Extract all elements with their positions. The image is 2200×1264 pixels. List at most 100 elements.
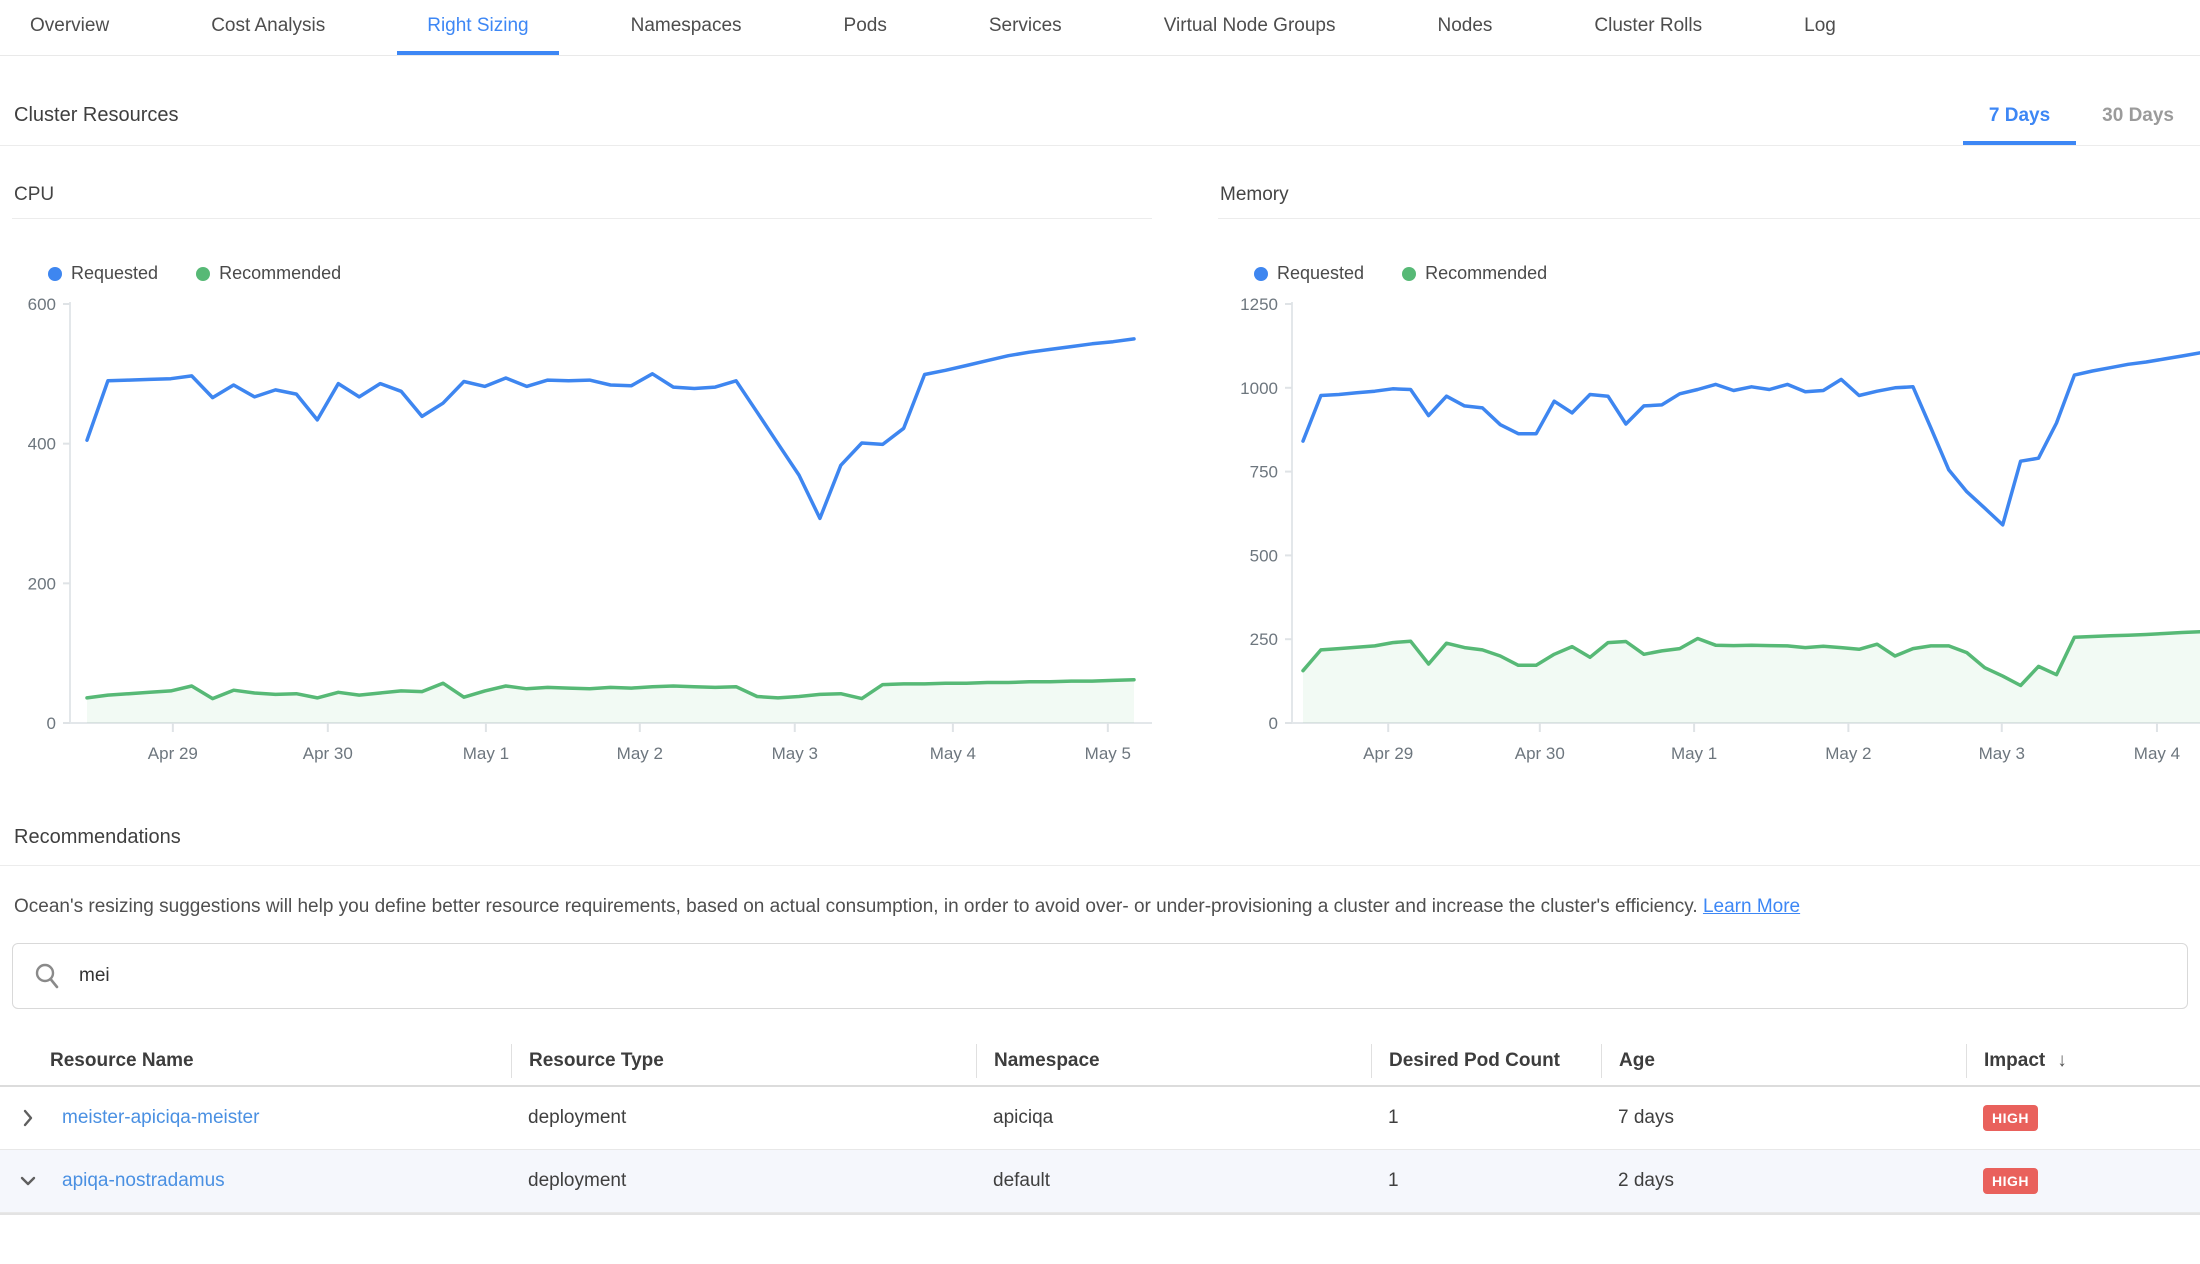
impact-cell: HIGH	[1966, 1105, 2200, 1131]
legend-item-requested[interactable]: Requested	[1254, 263, 1364, 284]
tab-services[interactable]: Services	[959, 0, 1092, 55]
impact-badge: HIGH	[1983, 1168, 2038, 1194]
svg-text:May 3: May 3	[772, 744, 818, 763]
learn-more-link[interactable]: Learn More	[1703, 896, 1800, 917]
resource-type-cell: deployment	[511, 1107, 976, 1129]
legend-item-recommended[interactable]: Recommended	[196, 263, 341, 284]
cpu-chart-title: CPU	[12, 178, 1152, 219]
cpu-chart-legend: Requested Recommended	[48, 263, 1152, 284]
svg-text:Apr 29: Apr 29	[148, 744, 198, 763]
memory-chart-legend: Requested Recommended	[1254, 263, 2200, 284]
recommendations-description-text: Ocean's resizing suggestions will help y…	[14, 896, 1698, 917]
cpu-chart: 0 200 400 600 Apr 29 Apr 30 May 1 May 2 May 3 May…	[12, 298, 1152, 768]
svg-text:May 2: May 2	[1825, 744, 1871, 763]
tab-right-sizing[interactable]: Right Sizing	[397, 0, 558, 55]
tab-pods[interactable]: Pods	[814, 0, 917, 55]
impact-cell: HIGH	[1966, 1168, 2200, 1194]
svg-text:500: 500	[1250, 546, 1278, 565]
tab-log[interactable]: Log	[1774, 0, 1866, 55]
svg-text:1000: 1000	[1240, 379, 1278, 398]
legend-label: Recommended	[1425, 263, 1547, 284]
table-row: apiqa-nostradamus deploymentdefault12 day…	[0, 1150, 2200, 1213]
legend-dot-icon	[1254, 267, 1268, 281]
search-box[interactable]	[12, 943, 2188, 1009]
recommendations-table: Resource Name Resource Type Namespace Desir…	[0, 1037, 2200, 1221]
charts-row: CPU Requested Recommended 0 200 400 600 Apr 2…	[0, 178, 2200, 768]
column-header-age[interactable]: Age	[1601, 1044, 1966, 1078]
resource-name-cell: apiqa-nostradamus	[0, 1170, 511, 1192]
svg-text:750: 750	[1250, 463, 1278, 482]
legend-label: Requested	[1277, 263, 1364, 284]
memory-chart: 0 250 500 750 1000 1250 Apr 29 Apr 30 May 1 May 2…	[1218, 298, 2200, 768]
svg-text:May 2: May 2	[617, 744, 663, 763]
memory-chart-title: Memory	[1218, 178, 2200, 219]
table-body: meister-apiciqa-meisterdeploymentapiciqa…	[0, 1087, 2200, 1213]
age-cell: 2 days	[1601, 1170, 1966, 1192]
legend-item-requested[interactable]: Requested	[48, 263, 158, 284]
column-header-resource-name[interactable]: Resource Name	[0, 1044, 511, 1078]
recommendations-title: Recommendations	[0, 808, 2200, 865]
column-header-label: Namespace	[994, 1050, 1100, 1072]
svg-text:May 3: May 3	[1979, 744, 2025, 763]
table-header-row: Resource Name Resource Type Namespace Desir…	[0, 1037, 2200, 1087]
svg-text:May 1: May 1	[1671, 744, 1717, 763]
sort-arrow-down-icon[interactable]: ↓	[2057, 1050, 2067, 1072]
svg-text:400: 400	[28, 435, 56, 454]
column-header-namespace[interactable]: Namespace	[976, 1044, 1371, 1078]
time-range-tabs: 7 Days30 Days	[1963, 85, 2200, 145]
cluster-resources-header: Cluster Resources 7 Days30 Days	[0, 84, 2200, 146]
svg-text:1250: 1250	[1240, 298, 1278, 314]
svg-text:May 4: May 4	[930, 744, 976, 763]
tab-bar: Overview Cost Analysis Right Sizing Namespa…	[0, 0, 2200, 56]
recommendations-description: Ocean's resizing suggestions will help y…	[0, 866, 2200, 921]
tab-cost-analysis[interactable]: Cost Analysis	[181, 0, 355, 55]
impact-badge: HIGH	[1983, 1105, 2038, 1131]
svg-text:Apr 29: Apr 29	[1363, 744, 1413, 763]
legend-dot-icon	[1402, 267, 1416, 281]
tab-overview[interactable]: Overview	[0, 0, 139, 55]
column-header-impact[interactable]: Impact ↓	[1966, 1044, 2200, 1078]
svg-text:Apr 30: Apr 30	[1515, 744, 1565, 763]
svg-text:0: 0	[47, 714, 56, 733]
search-input[interactable]	[77, 964, 2167, 988]
svg-text:200: 200	[28, 574, 56, 593]
resource-name-link[interactable]: apiqa-nostradamus	[62, 1170, 225, 1192]
svg-text:Apr 30: Apr 30	[303, 744, 353, 763]
svg-text:600: 600	[28, 298, 56, 314]
svg-text:0: 0	[1269, 714, 1278, 733]
age-cell: 7 days	[1601, 1107, 1966, 1129]
column-header-desired-pod-count[interactable]: Desired Pod Count	[1371, 1044, 1601, 1078]
legend-dot-icon	[196, 267, 210, 281]
tab-nodes[interactable]: Nodes	[1408, 0, 1523, 55]
range-tab-7-days[interactable]: 7 Days	[1963, 85, 2076, 145]
resource-name-link[interactable]: meister-apiciqa-meister	[62, 1107, 259, 1129]
resource-type-cell: deployment	[511, 1170, 976, 1192]
tab-namespaces[interactable]: Namespaces	[601, 0, 772, 55]
range-tab-30-days[interactable]: 30 Days	[2076, 85, 2200, 145]
resource-name-cell: meister-apiciqa-meister	[0, 1107, 511, 1129]
column-header-resource-type[interactable]: Resource Type	[511, 1044, 976, 1078]
tab-cluster-rolls[interactable]: Cluster Rolls	[1564, 0, 1732, 55]
namespace-cell: apiciqa	[976, 1107, 1371, 1129]
column-header-label: Resource Type	[529, 1050, 664, 1072]
chevron-right-icon[interactable]	[18, 1108, 38, 1128]
cpu-chart-panel: CPU Requested Recommended 0 200 400 600 Apr 2…	[12, 178, 1152, 768]
legend-dot-icon	[48, 267, 62, 281]
cluster-resources-title: Cluster Resources	[0, 84, 179, 145]
tab-virtual-node-groups[interactable]: Virtual Node Groups	[1134, 0, 1366, 55]
namespace-cell: default	[976, 1170, 1371, 1192]
table-bottom-divider	[0, 1213, 2200, 1221]
column-header-label: Impact	[1984, 1050, 2045, 1072]
column-header-label: Age	[1619, 1050, 1655, 1072]
desired-pod-count-cell: 1	[1371, 1107, 1601, 1129]
svg-text:May 1: May 1	[463, 744, 509, 763]
column-header-label: Desired Pod Count	[1389, 1050, 1560, 1072]
svg-text:250: 250	[1250, 630, 1278, 649]
desired-pod-count-cell: 1	[1371, 1170, 1601, 1192]
memory-chart-panel: Memory Requested Recommended 0 250 500 750 10…	[1218, 178, 2200, 768]
column-header-label: Resource Name	[50, 1050, 194, 1072]
legend-item-recommended[interactable]: Recommended	[1402, 263, 1547, 284]
svg-text:May 4: May 4	[2134, 744, 2180, 763]
svg-text:May 5: May 5	[1085, 744, 1131, 763]
chevron-down-icon[interactable]	[18, 1171, 38, 1191]
